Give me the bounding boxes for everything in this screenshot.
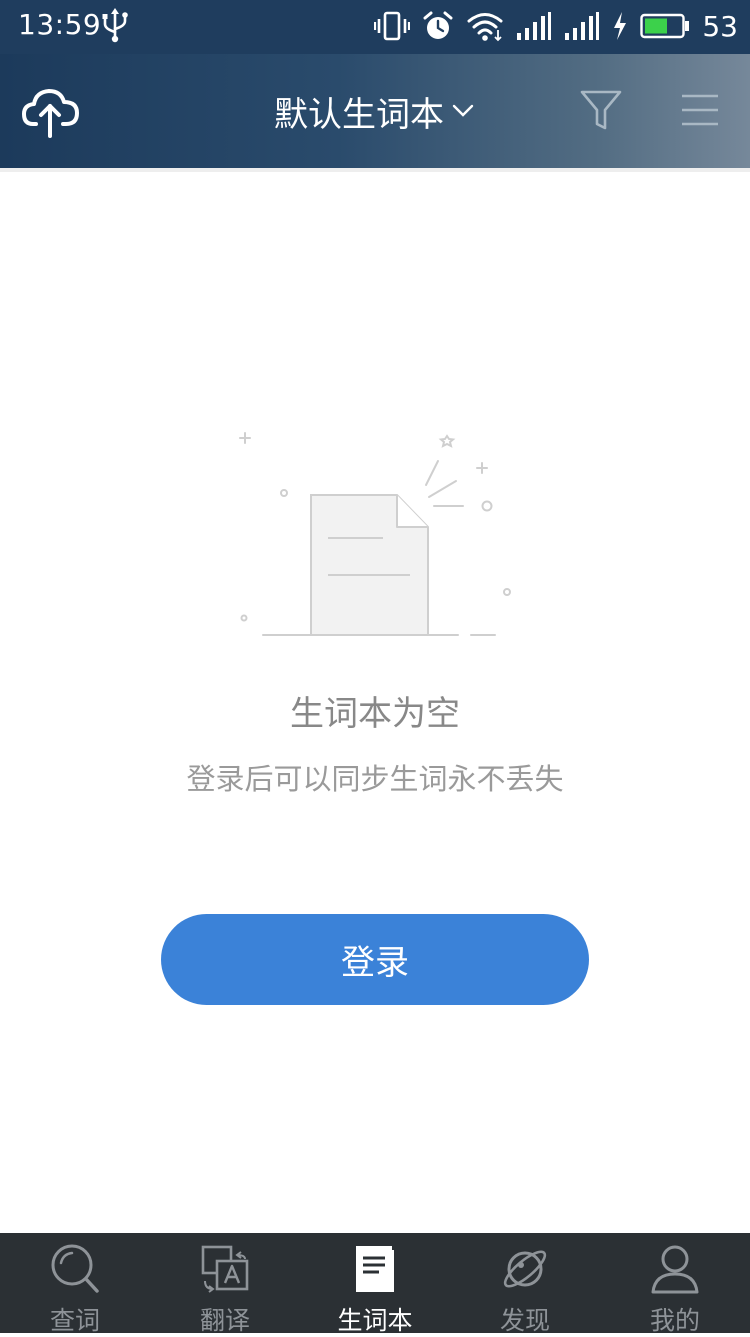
bottom-nav: 查词 翻译 生词本 发现 我的 (0, 1233, 750, 1335)
vibrate-icon (374, 11, 411, 41)
signal-icon (565, 12, 600, 40)
search-icon (51, 1244, 99, 1293)
chevron-down-icon (452, 104, 474, 117)
tab-label: 我的 (649, 1306, 700, 1335)
battery-icon (640, 13, 690, 39)
tab-discover[interactable]: 发现 (450, 1233, 600, 1335)
translate-icon (201, 1245, 249, 1293)
menu-icon[interactable] (680, 90, 720, 130)
signal-icon (517, 12, 552, 40)
login-button[interactable]: 登录 (161, 914, 589, 1005)
tab-profile[interactable]: 我的 (600, 1233, 750, 1335)
wifi-icon (467, 13, 503, 42)
status-icons: 53 (374, 8, 738, 44)
tab-wordbook[interactable]: 生词本 (300, 1233, 450, 1335)
status-time: 13:59 (18, 8, 102, 41)
planet-icon (503, 1250, 547, 1288)
tab-label: 发现 (499, 1306, 550, 1335)
empty-state-subtitle: 登录后可以同步生词永不丢失 (186, 762, 564, 796)
alarm-icon (423, 11, 453, 39)
tab-search[interactable]: 查词 (0, 1233, 150, 1335)
usb-icon (102, 8, 128, 43)
tab-label: 翻译 (199, 1306, 250, 1335)
empty-document-icon (239, 432, 511, 636)
tab-translate[interactable]: 翻译 (150, 1233, 300, 1335)
status-bar: 13:59 53 (0, 0, 750, 54)
profile-icon (651, 1245, 699, 1294)
empty-state-title: 生词本为空 (290, 694, 460, 734)
wordbook-icon (356, 1246, 394, 1292)
tab-label: 生词本 (337, 1306, 413, 1335)
wordbook-selector[interactable]: 默认生词本 (274, 87, 476, 136)
battery-percent: 53 (702, 9, 738, 43)
page-title: 默认生词本 (274, 94, 444, 135)
app-bar-divider (0, 168, 750, 172)
app-bar: 默认生词本 (0, 54, 750, 168)
tab-label: 查词 (49, 1306, 100, 1335)
filter-icon[interactable] (578, 88, 624, 134)
charging-icon (614, 12, 627, 40)
